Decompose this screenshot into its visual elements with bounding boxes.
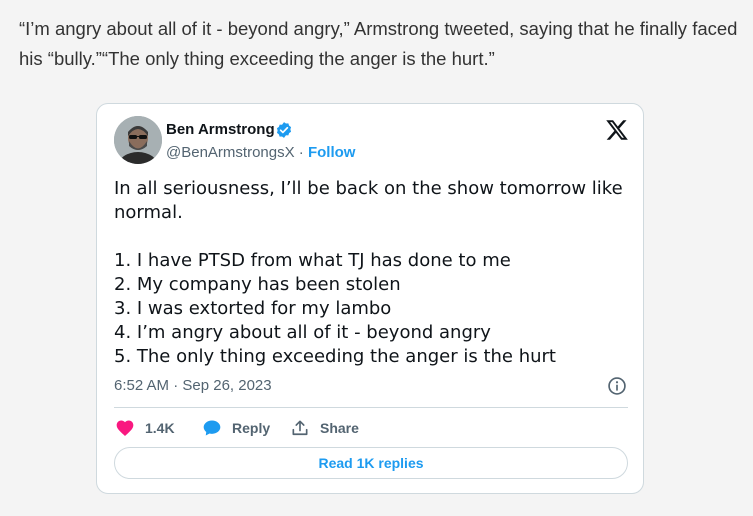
like-count: 1.4K	[145, 420, 175, 436]
share-button[interactable]: Share	[290, 417, 359, 439]
heart-icon	[116, 420, 134, 436]
embedded-tweet-card[interactable]: Ben Armstrong @BenArmstrongsX · Follow I…	[96, 103, 644, 494]
tweet-text-line: 4. I’m angry about all of it - beyond an…	[114, 322, 491, 343]
share-label: Share	[320, 420, 359, 436]
handle-separator: ·	[294, 144, 308, 161]
reply-label: Reply	[232, 420, 271, 436]
x-logo-icon[interactable]	[605, 118, 629, 142]
speech-bubble-icon	[203, 420, 221, 436]
author-handle-line: @BenArmstrongsX · Follow	[166, 144, 355, 161]
info-icon[interactable]	[607, 376, 627, 396]
author-handle[interactable]: @BenArmstrongsX	[166, 144, 295, 161]
tweet-text-line: 5. The only thing exceeding the anger is…	[114, 346, 556, 367]
tweet-text-line: In all seriousness, I’ll be back on the …	[114, 178, 623, 223]
author-name[interactable]: Ben Armstrong	[166, 121, 275, 138]
reply-button[interactable]: Reply	[202, 417, 270, 439]
share-upload-icon	[292, 420, 308, 436]
avatar[interactable]	[114, 116, 162, 164]
tweet-timestamp[interactable]: 6:52 AM · Sep 26, 2023	[114, 377, 272, 394]
verified-badge-icon	[276, 122, 292, 138]
tweet-text-line: 2. My company has been stolen	[114, 274, 401, 295]
divider	[114, 407, 628, 408]
tweet-text: In all seriousness, I’ll be back on the …	[114, 177, 629, 369]
read-replies-button[interactable]: Read 1K replies	[114, 447, 628, 479]
tweet-text-line: 1. I have PTSD from what TJ has done to …	[114, 250, 511, 271]
article-paragraph: “I’m angry about all of it - beyond angr…	[19, 18, 738, 69]
tweet-text-line: 3. I was extorted for my lambo	[114, 298, 392, 319]
like-button[interactable]: 1.4K	[115, 417, 175, 439]
follow-link[interactable]: Follow	[308, 144, 356, 161]
avatar-image	[114, 116, 162, 164]
